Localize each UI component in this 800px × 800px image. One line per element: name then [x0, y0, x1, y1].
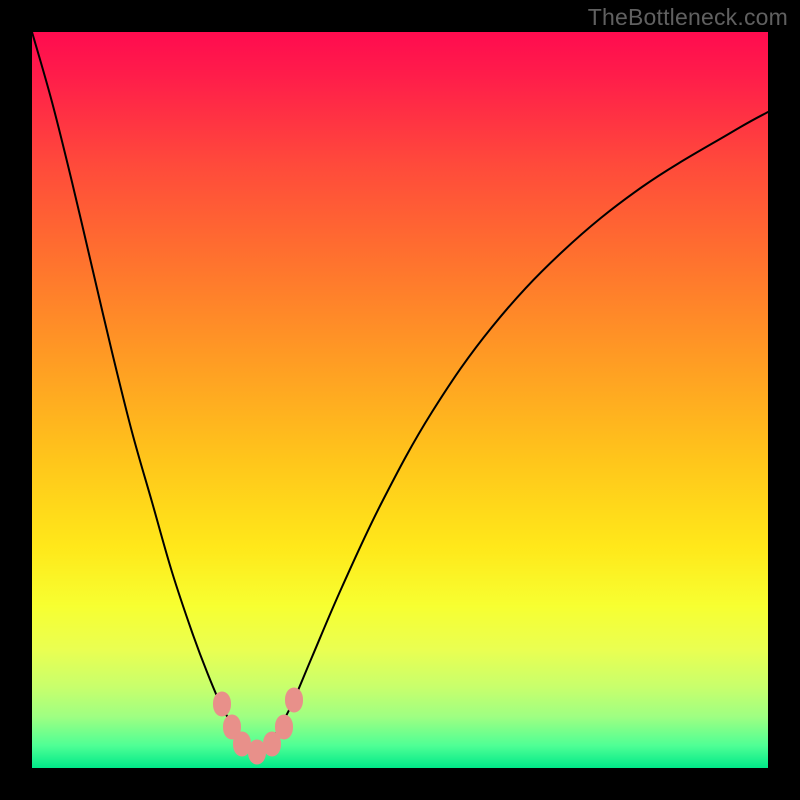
chart-frame: TheBottleneck.com [0, 0, 800, 800]
curve-path [32, 32, 768, 754]
plot-area [32, 32, 768, 768]
watermark-text: TheBottleneck.com [588, 4, 788, 31]
bottleneck-curve [32, 32, 768, 768]
